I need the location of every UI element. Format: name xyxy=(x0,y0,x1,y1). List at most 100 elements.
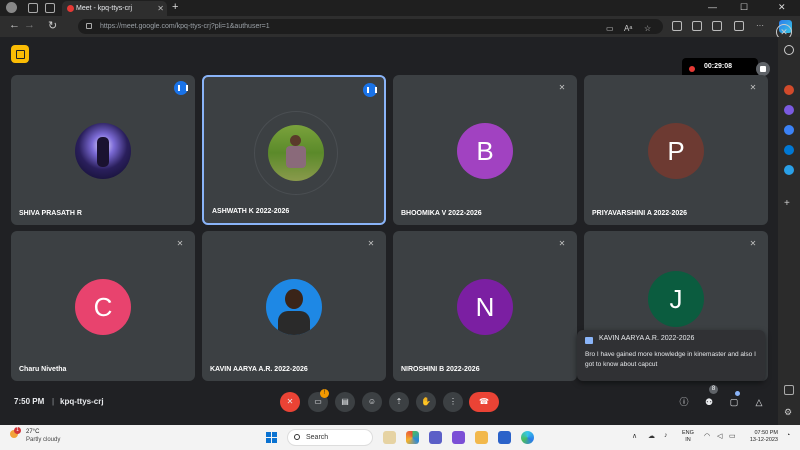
read-aloud-icon[interactable]: Aᵃ xyxy=(624,21,632,36)
split-view-icon[interactable] xyxy=(672,21,682,31)
more-icon[interactable]: ··· xyxy=(756,21,766,31)
show-hidden-icons[interactable]: ∧ xyxy=(632,432,637,440)
tab-actions-icon[interactable] xyxy=(45,3,55,13)
volume-icon[interactable]: ♪ xyxy=(664,432,668,439)
windows-start-icon[interactable] xyxy=(266,432,278,444)
wifi-icon[interactable]: ◠ xyxy=(704,432,710,440)
recording-dot-icon xyxy=(689,66,695,72)
present-button[interactable]: ⇡ xyxy=(389,392,409,412)
copilot-app-icon[interactable] xyxy=(406,431,419,444)
separator: | xyxy=(52,397,55,406)
minimize-button[interactable]: — xyxy=(708,2,717,12)
chat-app-icon[interactable] xyxy=(452,431,465,444)
chat-icon[interactable]: ▢ xyxy=(728,396,740,408)
recording-time: 00:29:08 xyxy=(704,63,733,70)
chat-message: Bro I have gained more knowledge in kine… xyxy=(585,351,756,368)
reactions-button[interactable]: ☺ xyxy=(362,392,382,412)
settings-gear-icon[interactable]: ⚙ xyxy=(784,407,794,417)
url-bar[interactable]: https://meet.google.com/kpq-ttys-crj?pli… xyxy=(78,19,663,34)
mic-off-icon: ✕ xyxy=(749,239,757,248)
participant-name: NIROSHINI B 2022-2026 xyxy=(401,366,480,373)
telegram-icon[interactable] xyxy=(784,165,794,175)
participant-tile[interactable]: ✕ N NIROSHINI B 2022-2026 xyxy=(393,231,577,381)
taskbar-search[interactable]: Search xyxy=(287,429,373,446)
favorite-icon[interactable]: ☆ xyxy=(644,21,651,36)
more-options-button[interactable]: ⋮ xyxy=(443,392,463,412)
new-tab-button[interactable]: + xyxy=(172,1,178,13)
favorites-icon[interactable] xyxy=(692,21,702,31)
language-indicator[interactable]: ENG IN xyxy=(682,430,694,444)
windows-taskbar: 1 27°C Partly cloudy Search ∧ ☁ ♪ ENG IN… xyxy=(0,425,800,450)
stop-sharing-button[interactable] xyxy=(756,62,770,76)
temperature[interactable]: 27°C xyxy=(26,429,39,435)
avatar-letter: J xyxy=(648,271,704,327)
widgets-app-icon[interactable] xyxy=(383,431,396,444)
system-clock[interactable]: 07:50 PM 13-12-2023 xyxy=(742,430,778,444)
meet-stage: 00:29:08 SHIVA PRASATH R ASHWATH K 2022-… xyxy=(0,37,778,425)
refresh-icon[interactable]: ↻ xyxy=(48,19,57,32)
weather-description[interactable]: Partly cloudy xyxy=(26,437,60,443)
maximize-button[interactable]: ☐ xyxy=(740,2,748,13)
forward-icon: → xyxy=(24,19,35,31)
participant-tile[interactable]: SHIVA PRASATH R xyxy=(11,75,195,225)
edge-browser-icon[interactable] xyxy=(521,431,534,444)
participant-name: PRIYAVARSHINI A 2022-2026 xyxy=(592,210,688,217)
outlook-icon[interactable] xyxy=(784,145,794,155)
workspaces-icon[interactable] xyxy=(28,3,38,13)
leave-call-button[interactable]: ☎ xyxy=(469,392,499,412)
avatar-photo xyxy=(75,123,131,179)
back-icon[interactable]: ← xyxy=(9,19,20,31)
participant-tile[interactable]: ASHWATH K 2022-2026 xyxy=(202,75,386,225)
mic-toggle-button[interactable]: ✕ xyxy=(280,392,300,412)
region-code: IN xyxy=(685,437,691,443)
more-vert-icon: ⋮ xyxy=(449,397,457,406)
battery-icon[interactable]: ▭ xyxy=(729,432,736,440)
recording-tab-icon xyxy=(67,5,74,12)
meeting-code: kpq-ttys-crj xyxy=(60,397,104,406)
extensions-icon[interactable] xyxy=(734,21,744,31)
avatar-photo xyxy=(268,125,324,181)
people-count-badge: 8 xyxy=(709,385,718,394)
close-window-button[interactable]: ✕ xyxy=(778,2,786,13)
mic-off-icon: ✕ xyxy=(558,239,566,248)
teams-app-icon[interactable] xyxy=(429,431,442,444)
onedrive-icon[interactable]: ☁ xyxy=(648,432,655,440)
participant-tile[interactable]: ✕ C Charu Nivetha xyxy=(11,231,195,381)
camera-off-icon: ▭ xyxy=(314,397,322,406)
lock-icon[interactable] xyxy=(86,23,92,29)
participant-tile[interactable]: ✕ B BHOOMIKA V 2022-2026 xyxy=(393,75,577,225)
participant-name: Charu Nivetha xyxy=(19,366,67,373)
notifications-icon[interactable]: ◔ xyxy=(786,432,790,439)
activities-icon[interactable]: △ xyxy=(753,396,765,408)
profile-icon[interactable] xyxy=(6,2,17,13)
tools-icon[interactable] xyxy=(784,105,794,115)
chat-sender: KAVIN AARYA A.R. 2022-2026 xyxy=(599,335,695,342)
file-explorer-icon[interactable] xyxy=(475,431,488,444)
search-placeholder: Search xyxy=(306,434,329,441)
captions-button[interactable]: ▤ xyxy=(335,392,355,412)
mic-off-icon: ✕ xyxy=(367,239,375,248)
collections-icon[interactable] xyxy=(712,21,722,31)
games-icon[interactable] xyxy=(784,125,794,135)
tab-meet[interactable]: Meet - kpq-ttys-crj ✕ xyxy=(62,1,167,16)
store-app-icon[interactable] xyxy=(498,431,511,444)
avatar-letter: B xyxy=(457,123,513,179)
present-screen-icon: ⇡ xyxy=(395,397,403,406)
camera-toggle-button[interactable]: ▭ ! xyxy=(308,389,329,412)
participant-tile[interactable]: ✕ KAVIN AARYA A.R. 2022-2026 xyxy=(202,231,386,381)
captions-off-icon[interactable] xyxy=(11,45,29,63)
participant-tile[interactable]: ✕ P PRIYAVARSHINI A 2022-2026 xyxy=(584,75,768,225)
speaker-icon[interactable]: ◁ xyxy=(717,432,722,440)
sidebar-toggle-icon[interactable] xyxy=(784,385,794,395)
people-icon[interactable]: ⚉ xyxy=(703,396,715,408)
split-screen-icon[interactable]: ▭ xyxy=(606,21,614,36)
search-icon xyxy=(294,434,300,440)
add-app-icon[interactable]: + xyxy=(784,199,794,209)
url-text: https://meet.google.com/kpq-ttys-crj?pli… xyxy=(100,23,270,30)
search-icon[interactable] xyxy=(784,45,794,55)
info-icon[interactable]: ⓘ xyxy=(678,396,690,408)
close-tab-icon[interactable]: ✕ xyxy=(157,1,164,16)
shopping-icon[interactable] xyxy=(784,85,794,95)
chat-notification[interactable]: KAVIN AARYA A.R. 2022-2026 Bro I have ga… xyxy=(577,330,765,381)
raise-hand-button[interactable]: ✋ xyxy=(416,392,436,412)
